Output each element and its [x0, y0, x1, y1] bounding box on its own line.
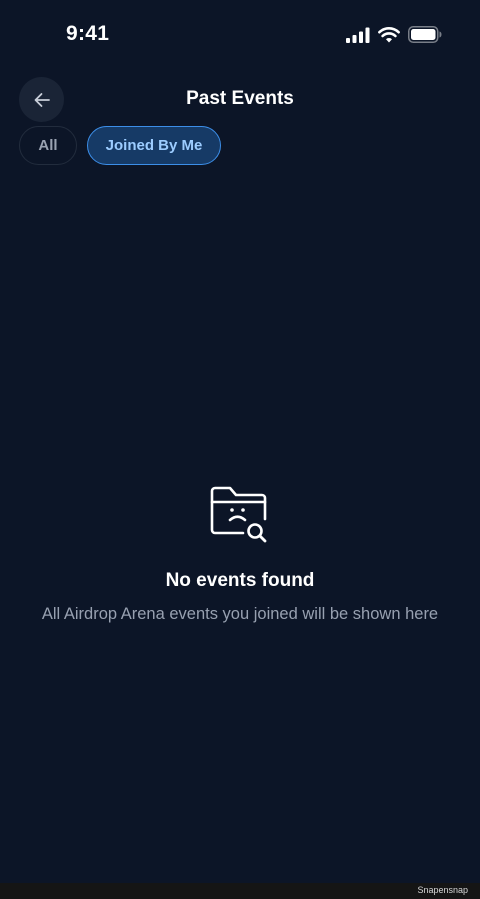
- filter-chip-joined-by-me[interactable]: Joined By Me: [87, 126, 221, 165]
- folder-sad-search-icon: [210, 486, 267, 543]
- empty-state-message: All Airdrop Arena events you joined will…: [41, 605, 439, 623]
- page-title: Past Events: [186, 88, 294, 109]
- filter-chip-all[interactable]: All: [19, 126, 77, 165]
- footer-strip: Snapensnap: [0, 883, 480, 899]
- empty-state: No events found All Airdrop Arena events…: [0, 486, 480, 627]
- status-time: 9:41: [66, 22, 110, 45]
- past-events-screen: 9:41 Past Events All Joined By Me No eve…: [0, 0, 480, 899]
- status-bar: 9:41: [0, 0, 480, 70]
- empty-state-title: No events found: [165, 570, 315, 591]
- battery-icon: [408, 26, 442, 43]
- filter-tabs: All Joined By Me: [19, 126, 221, 165]
- wifi-icon: [378, 26, 400, 42]
- status-icons: [346, 26, 442, 43]
- watermark: Snapensnap: [417, 885, 468, 895]
- signal-icon: [346, 27, 370, 43]
